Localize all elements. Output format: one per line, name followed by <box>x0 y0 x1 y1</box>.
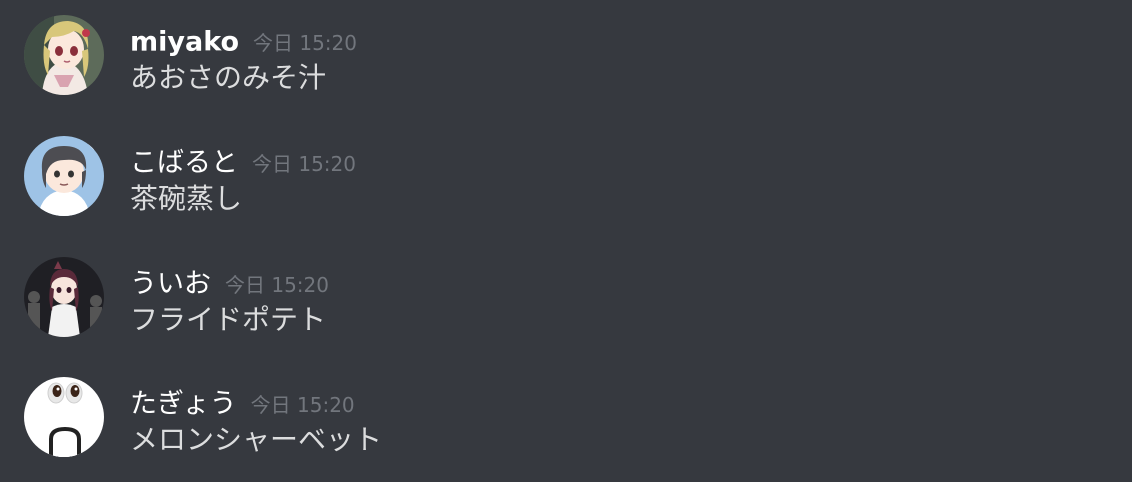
timestamp: 今日 15:20 <box>250 392 355 417</box>
username[interactable]: たぎょう <box>130 389 237 420</box>
message-header: miyako 今日 15:20 <box>130 23 357 61</box>
message-header: たぎょう 今日 15:20 <box>130 385 355 423</box>
message-content: あおさのみそ汁 <box>130 61 327 94</box>
message-content: 茶碗蒸し <box>130 182 243 215</box>
chat-message: ういお 今日 15:20 フライドポテト <box>24 257 1104 337</box>
message-header: こばると 今日 15:20 <box>130 144 356 182</box>
anime-boy-avatar-icon <box>24 136 104 216</box>
chat-message: miyako 今日 15:20 あおさのみそ汁 <box>24 15 1104 95</box>
timestamp: 今日 15:20 <box>225 272 329 297</box>
message-content: フライドポテト <box>130 303 327 336</box>
user-avatar[interactable] <box>24 377 104 457</box>
chat-message-list: miyako 今日 15:20 あおさのみそ汁 こばると 今日 15:20 茶碗蒸し <box>0 0 1132 482</box>
message-content: メロンシャーベット <box>130 423 383 456</box>
chat-message: こばると 今日 15:20 茶碗蒸し <box>24 136 1104 216</box>
anime-girl-avatar-icon <box>24 15 104 95</box>
surprised-face-avatar-icon <box>24 377 104 457</box>
chat-message: たぎょう 今日 15:20 メロンシャーベット <box>24 377 1104 457</box>
timestamp: 今日 15:20 <box>252 151 356 176</box>
username[interactable]: こばると <box>130 148 238 179</box>
username[interactable]: ういお <box>130 269 211 300</box>
timestamp: 今日 15:20 <box>253 30 357 55</box>
user-avatar[interactable] <box>24 15 104 95</box>
username[interactable]: miyako <box>130 27 239 58</box>
user-avatar[interactable] <box>24 136 104 216</box>
user-avatar[interactable] <box>24 257 104 337</box>
anime-character-avatar-icon <box>24 257 104 337</box>
message-header: ういお 今日 15:20 <box>130 265 329 303</box>
